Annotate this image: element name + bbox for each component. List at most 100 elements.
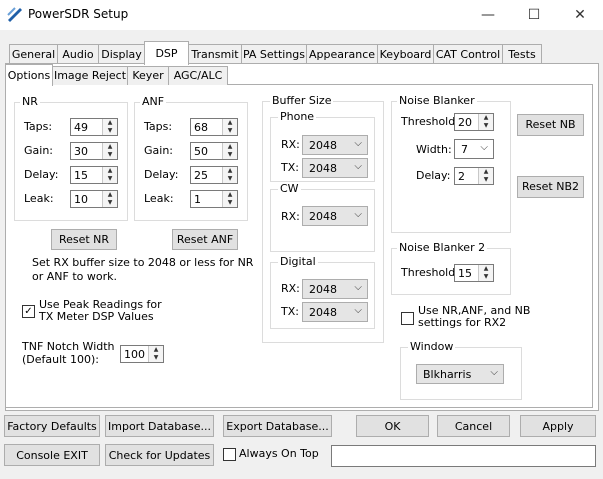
anf-delay-value: 25 — [194, 169, 208, 182]
subtab-agc-alc[interactable]: AGC/ALC — [168, 66, 228, 85]
app-icon — [6, 6, 24, 24]
anf-taps-stepper[interactable]: 68 ▲ ▼ — [190, 118, 238, 136]
spin-down-icon[interactable]: ▼ — [479, 273, 493, 281]
reset-anf-button[interactable]: Reset ANF — [172, 229, 238, 250]
nb-width-label: Width: — [416, 143, 452, 156]
tab-transmit[interactable]: Transmit — [188, 44, 242, 64]
reset-nr-button[interactable]: Reset NR — [51, 229, 117, 250]
phone-tx-select[interactable]: 2048 ⌵ — [302, 158, 368, 178]
digital-tx-select[interactable]: 2048 ⌵ — [302, 302, 368, 322]
chevron-down-icon: ⌵ — [354, 209, 362, 220]
nb-threshold-value: 20 — [458, 116, 472, 129]
tab-general[interactable]: General — [9, 44, 58, 64]
maximize-button[interactable]: ☐ — [511, 0, 557, 30]
spin-down-icon[interactable]: ▼ — [223, 151, 237, 159]
nb2-threshold-stepper[interactable]: 15 ▲ ▼ — [454, 264, 494, 282]
subtab-keyer[interactable]: Keyer — [127, 66, 169, 85]
tab-audio[interactable]: Audio — [57, 44, 99, 64]
chevron-down-icon: ⌵ — [354, 305, 362, 316]
nr-leak-stepper[interactable]: 10 ▲ ▼ — [70, 190, 118, 208]
ok-button[interactable]: OK — [356, 415, 429, 437]
phone-tx-value: 2048 — [309, 162, 337, 175]
spin-down-icon[interactable]: ▼ — [103, 127, 117, 135]
spin-down-icon[interactable]: ▼ — [479, 176, 493, 184]
cancel-button[interactable]: Cancel — [437, 415, 510, 437]
spin-down-icon[interactable]: ▼ — [149, 354, 163, 362]
nr-delay-value: 15 — [74, 169, 88, 182]
nb-width-value: 7 — [461, 143, 468, 156]
title-bar: PowerSDR Setup — ☐ ✕ — [0, 0, 603, 30]
tab-dsp[interactable]: DSP — [144, 41, 189, 65]
spin-down-icon[interactable]: ▼ — [103, 199, 117, 207]
phone-rx-label: RX: — [281, 138, 300, 151]
spin-down-icon[interactable]: ▼ — [479, 122, 493, 130]
nr-delay-stepper[interactable]: 15 ▲ ▼ — [70, 166, 118, 184]
noise-blanker-2-legend: Noise Blanker 2 — [397, 241, 488, 254]
digital-rx-label: RX: — [281, 282, 300, 295]
spin-down-icon[interactable]: ▼ — [103, 151, 117, 159]
anf-delay-label: Delay: — [144, 168, 179, 181]
always-on-top-label: Always On Top — [239, 447, 319, 460]
tab-display[interactable]: Display — [98, 44, 145, 64]
nr-taps-value: 49 — [74, 121, 88, 134]
anf-leak-stepper[interactable]: 1 ▲ ▼ — [190, 190, 238, 208]
anf-gain-label: Gain: — [144, 144, 173, 157]
import-database-button[interactable]: Import Database... — [105, 415, 214, 437]
anf-taps-value: 68 — [194, 121, 208, 134]
tab-cat-control[interactable]: CAT Control — [433, 44, 503, 64]
check-for-updates-button[interactable]: Check for Updates — [105, 444, 214, 466]
phone-tx-label: TX: — [281, 161, 299, 174]
nr-taps-stepper[interactable]: 49 ▲ ▼ — [70, 118, 118, 136]
phone-rx-value: 2048 — [309, 139, 337, 152]
cw-legend: CW — [278, 182, 301, 195]
close-button[interactable]: ✕ — [557, 0, 603, 30]
spin-down-icon[interactable]: ▼ — [103, 175, 117, 183]
tab-keyboard[interactable]: Keyboard — [377, 44, 434, 64]
nb-width-select[interactable]: 7 ⌵ — [454, 139, 494, 159]
peak-readings-label-line2: TX Meter DSP Values — [39, 310, 154, 323]
digital-rx-select[interactable]: 2048 ⌵ — [302, 279, 368, 299]
nb-delay-stepper[interactable]: 2 ▲ ▼ — [454, 167, 494, 185]
tab-appearance[interactable]: Appearance — [306, 44, 378, 64]
nb-delay-label: Delay: — [416, 169, 451, 182]
phone-rx-select[interactable]: 2048 ⌵ — [302, 135, 368, 155]
cw-rx-select[interactable]: 2048 ⌵ — [302, 206, 368, 226]
peak-readings-checkbox[interactable]: ✓ — [22, 305, 35, 318]
status-textbox[interactable] — [331, 445, 596, 467]
spin-down-icon[interactable]: ▼ — [223, 199, 237, 207]
spin-down-icon[interactable]: ▼ — [223, 175, 237, 183]
spin-down-icon[interactable]: ▼ — [223, 127, 237, 135]
chevron-down-icon: ⌵ — [480, 142, 488, 153]
cw-rx-label: RX: — [281, 210, 300, 223]
reset-nb-button[interactable]: Reset NB — [517, 114, 584, 136]
anf-delay-stepper[interactable]: 25 ▲ ▼ — [190, 166, 238, 184]
nr-leak-label: Leak: — [24, 192, 54, 205]
nb2-threshold-label: Threshold: — [401, 266, 459, 279]
apply-button[interactable]: Apply — [520, 415, 596, 437]
tnf-width-stepper[interactable]: 100 ▲ ▼ — [120, 345, 164, 363]
console-exit-button[interactable]: Console EXIT — [4, 444, 100, 466]
nb-threshold-label: Threshold: — [401, 115, 459, 128]
window-legend: Window — [408, 340, 456, 353]
export-database-button[interactable]: Export Database... — [223, 415, 332, 437]
window-value: Blkharris — [423, 368, 472, 381]
subtab-options[interactable]: Options — [5, 64, 53, 86]
anf-gain-stepper[interactable]: 50 ▲ ▼ — [190, 142, 238, 160]
digital-tx-label: TX: — [281, 305, 299, 318]
nr-gain-stepper[interactable]: 30 ▲ ▼ — [70, 142, 118, 160]
reset-nb2-button[interactable]: Reset NB2 — [517, 176, 584, 198]
tnf-label-line2: (Default 100): — [22, 353, 99, 366]
buffer-note-line2: or ANF to work. — [32, 270, 117, 283]
factory-defaults-button[interactable]: Factory Defaults — [4, 415, 100, 437]
tab-pa-settings[interactable]: PA Settings — [241, 44, 307, 64]
rx2-settings-label-line2: settings for RX2 — [418, 316, 507, 329]
nb-threshold-stepper[interactable]: 20 ▲ ▼ — [454, 113, 494, 131]
tab-tests[interactable]: Tests — [502, 44, 542, 64]
tnf-label-line1: TNF Notch Width — [22, 340, 115, 353]
rx2-settings-checkbox[interactable] — [401, 312, 414, 325]
always-on-top-checkbox[interactable] — [223, 448, 236, 461]
minimize-button[interactable]: — — [465, 0, 511, 30]
nr-gain-label: Gain: — [24, 144, 53, 157]
window-select[interactable]: Blkharris ⌵ — [416, 364, 504, 384]
subtab-image-reject[interactable]: Image Reject — [52, 66, 128, 85]
